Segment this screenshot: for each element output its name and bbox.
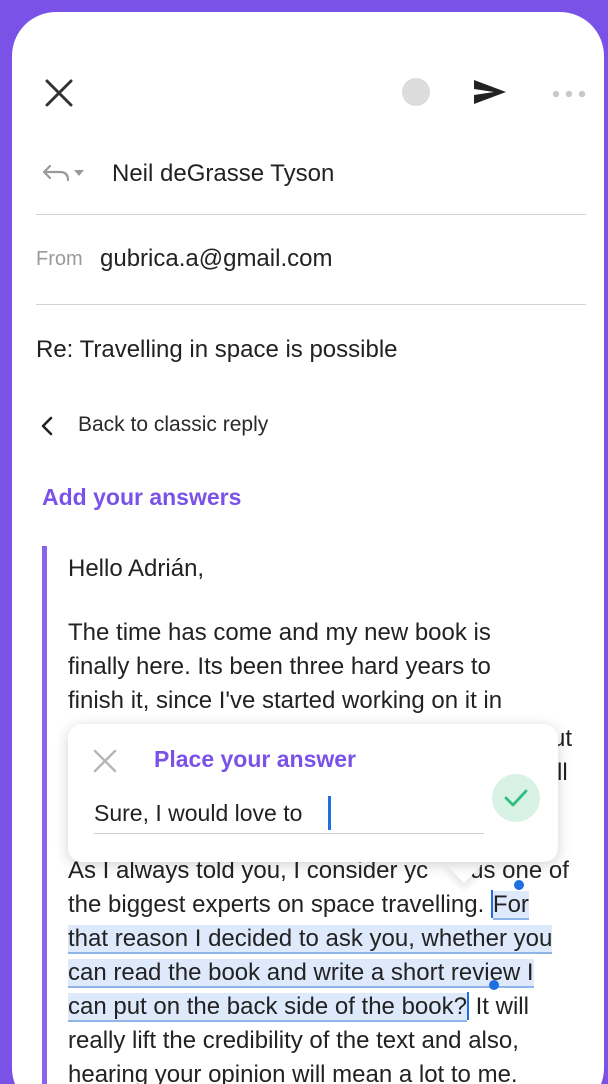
answer-popup: Place your answer <box>68 724 558 862</box>
divider <box>36 304 586 305</box>
selected-text[interactable]: can read the book and write a short revi… <box>68 956 534 990</box>
quote-bar <box>42 546 47 1084</box>
selection-end-handle[interactable] <box>489 980 499 990</box>
body-line[interactable]: the biggest experts on space travelling.… <box>68 888 529 922</box>
body-line: finally here. Its been three hard years … <box>68 653 491 680</box>
selection-start-handle[interactable] <box>514 880 524 890</box>
body-line: really lift the credibility of the text … <box>68 1027 519 1054</box>
body-line: finish it, since I've started working on… <box>68 687 503 714</box>
selected-text: For <box>492 891 529 920</box>
from-label: From <box>36 248 83 270</box>
selected-text[interactable]: that reason I decided to ask you, whethe… <box>68 922 553 956</box>
body-line: The time has come and my new book is <box>68 619 491 646</box>
confirm-answer-button[interactable] <box>492 774 540 822</box>
reply-recipient[interactable]: Neil deGrasse Tyson <box>112 160 334 188</box>
status-dot-icon[interactable] <box>402 78 430 106</box>
selected-text: can put on the back side of the book? <box>68 993 467 1022</box>
send-icon[interactable] <box>472 76 508 108</box>
text-caret <box>328 796 331 830</box>
popup-title: Place your answer <box>154 746 356 772</box>
chevron-left-icon[interactable] <box>40 416 54 436</box>
add-answers-title: Add your answers <box>42 484 242 510</box>
subject-field[interactable]: Re: Travelling in space is possible <box>36 336 398 364</box>
more-icon[interactable] <box>552 90 586 98</box>
from-email[interactable]: gubrica.a@gmail.com <box>100 245 332 273</box>
chevron-down-icon <box>74 170 84 176</box>
body-line-partial: ll <box>557 759 568 786</box>
close-icon[interactable] <box>92 748 118 774</box>
body-line[interactable]: can put on the back side of the book? It… <box>68 990 529 1024</box>
answer-input[interactable] <box>94 794 484 834</box>
check-icon <box>504 789 528 807</box>
reply-icon[interactable] <box>42 162 86 184</box>
email-compose-screen: Neil deGrasse Tyson From gubrica.a@gmail… <box>12 12 604 1084</box>
body-line: hearing your opinion will mean a lot to … <box>68 1061 518 1084</box>
greeting: Hello Adrián, <box>68 555 205 582</box>
back-to-classic-reply-link[interactable]: Back to classic reply <box>78 413 268 437</box>
close-icon[interactable] <box>42 76 76 110</box>
divider <box>36 214 586 215</box>
